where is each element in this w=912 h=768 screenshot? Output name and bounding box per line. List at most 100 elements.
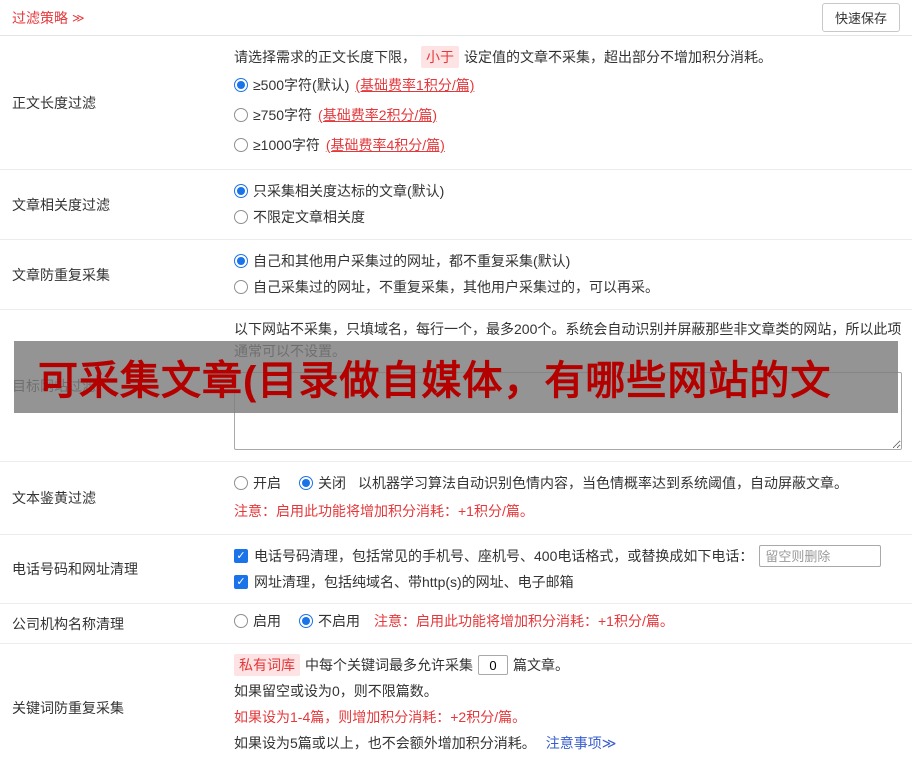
radio-icon-company-off[interactable] bbox=[299, 614, 313, 628]
phone-clean-line: 电话号码清理，包括常见的手机号、座机号、400电话格式，或替换成如下电话： bbox=[234, 543, 902, 569]
relevance-option-any: 不限定文章相关度 bbox=[234, 204, 902, 230]
dedup-filter-label: 文章防重复采集 bbox=[0, 240, 222, 309]
radio-option-750[interactable]: ≥750字符 bbox=[234, 105, 312, 125]
intro-post: 设定值的文章不采集，超出部分不增加积分消耗。 bbox=[464, 47, 772, 67]
phone-url-clean-label: 电话号码和网址清理 bbox=[0, 535, 222, 603]
row-phone-url-clean: 电话号码和网址清理 电话号码清理，包括常见的手机号、座机号、400电话格式，或替… bbox=[0, 535, 912, 604]
checkbox-label-phone-clean[interactable]: 电话号码清理，包括常见的手机号、座机号、400电话格式，或替换成如下电话： bbox=[254, 546, 753, 566]
dedup-option-all: 自己和其他用户采集过的网址，都不重复采集(默认) bbox=[234, 248, 902, 274]
keyword-dedup-content: 私有词库 中每个关键词最多允许采集 篇文章。 如果留空或设为0，则不限篇数。 如… bbox=[222, 644, 912, 768]
fee-note-500: (基础费率1积分/篇) bbox=[355, 75, 474, 95]
length-filter-intro: 请选择需求的正文长度下限， 小于 设定值的文章不采集，超出部分不增加积分消耗。 bbox=[234, 44, 902, 70]
phone-url-clean-content: 电话号码清理，包括常见的手机号、座机号、400电话格式，或替换成如下电话： 网址… bbox=[222, 535, 912, 603]
length-option-1000: ≥1000字符 (基础费率4积分/篇) bbox=[234, 130, 902, 160]
dedup-filter-content: 自己和其他用户采集过的网址，都不重复采集(默认) 自己采集过的网址，不重复采集，… bbox=[222, 240, 912, 309]
radio-icon-porn-on[interactable] bbox=[234, 476, 248, 490]
keyword-dedup-line1: 私有词库 中每个关键词最多允许采集 篇文章。 bbox=[234, 652, 902, 678]
row-dedup-filter: 文章防重复采集 自己和其他用户采集过的网址，都不重复采集(默认) 自己采集过的网… bbox=[0, 240, 912, 310]
porn-filter-label: 文本鉴黄过滤 bbox=[0, 462, 222, 534]
floating-overlay-banner: 可采集文章(目录做自媒体，有哪些网站的文 bbox=[14, 341, 898, 413]
relevance-option-strict: 只采集相关度达标的文章(默认) bbox=[234, 178, 902, 204]
company-clean-warning: 注意：启用此功能将增加积分消耗：+1积分/篇。 bbox=[374, 611, 674, 631]
checkbox-icon-url-clean[interactable] bbox=[234, 575, 248, 589]
keyword-dedup-line1-post: 篇文章。 bbox=[513, 655, 569, 675]
porn-filter-description: 以机器学习算法自动识别色情内容，当色情概率达到系统阈值，自动屏蔽文章。 bbox=[358, 473, 848, 493]
radio-icon-500[interactable] bbox=[234, 78, 248, 92]
intro-highlight: 小于 bbox=[421, 46, 459, 68]
keyword-dedup-line3: 如果设为1-4篇，则增加积分消耗：+2积分/篇。 bbox=[234, 704, 902, 730]
row-porn-filter: 文本鉴黄过滤 开启 关闭 以机器学习算法自动识别色情内容，当色情概率达到系统阈值… bbox=[0, 462, 912, 535]
company-clean-line: 启用 不启用 注意：启用此功能将增加积分消耗：+1积分/篇。 bbox=[234, 608, 902, 634]
keyword-dedup-line4-text: 如果设为5篇或以上，也不会额外增加积分消耗。 bbox=[234, 733, 536, 753]
radio-icon-1000[interactable] bbox=[234, 138, 248, 152]
length-option-500: ≥500字符(默认) (基础费率1积分/篇) bbox=[234, 70, 902, 100]
radio-icon-porn-off[interactable] bbox=[299, 476, 313, 490]
row-length-filter: 正文长度过滤 请选择需求的正文长度下限， 小于 设定值的文章不采集，超出部分不增… bbox=[0, 36, 912, 170]
radio-label-company-off[interactable]: 不启用 bbox=[318, 611, 360, 631]
row-company-clean: 公司机构名称清理 启用 不启用 注意：启用此功能将增加积分消耗：+1积分/篇。 bbox=[0, 604, 912, 644]
radio-option-dedup-self[interactable]: 自己采集过的网址，不重复采集，其他用户采集过的，可以再采。 bbox=[234, 277, 659, 297]
checkbox-option-phone-clean[interactable]: 电话号码清理，包括常见的手机号、座机号、400电话格式，或替换成如下电话： bbox=[234, 546, 753, 566]
radio-label-dedup-all[interactable]: 自己和其他用户采集过的网址，都不重复采集(默认) bbox=[253, 251, 570, 271]
radio-label-porn-off[interactable]: 关闭 bbox=[318, 473, 346, 493]
radio-icon-dedup-self[interactable] bbox=[234, 280, 248, 294]
row-relevance-filter: 文章相关度过滤 只采集相关度达标的文章(默认) 不限定文章相关度 bbox=[0, 170, 912, 240]
radio-icon-company-on[interactable] bbox=[234, 614, 248, 628]
company-clean-content: 启用 不启用 注意：启用此功能将增加积分消耗：+1积分/篇。 bbox=[222, 604, 912, 643]
radio-option-company-off[interactable]: 不启用 bbox=[299, 611, 360, 631]
max-collect-count-input[interactable] bbox=[478, 655, 508, 675]
radio-label-porn-on[interactable]: 开启 bbox=[253, 473, 281, 493]
porn-filter-content: 开启 关闭 以机器学习算法自动识别色情内容，当色情概率达到系统阈值，自动屏蔽文章… bbox=[222, 462, 912, 534]
radio-option-company-on[interactable]: 启用 bbox=[234, 611, 281, 631]
radio-label-company-on[interactable]: 启用 bbox=[253, 611, 281, 631]
length-filter-content: 请选择需求的正文长度下限， 小于 设定值的文章不采集，超出部分不增加积分消耗。 … bbox=[222, 36, 912, 169]
page-title: 过滤策略 ≫ bbox=[12, 8, 85, 28]
quick-save-button[interactable]: 快速保存 bbox=[822, 3, 900, 32]
fee-note-750: (基础费率2积分/篇) bbox=[318, 105, 437, 125]
length-option-750: ≥750字符 (基础费率2积分/篇) bbox=[234, 100, 902, 130]
radio-icon-relevance-strict[interactable] bbox=[234, 184, 248, 198]
radio-label-relevance-any[interactable]: 不限定文章相关度 bbox=[253, 207, 365, 227]
length-filter-label: 正文长度过滤 bbox=[0, 36, 222, 169]
radio-option-500[interactable]: ≥500字符(默认) bbox=[234, 75, 349, 95]
radio-icon-relevance-any[interactable] bbox=[234, 210, 248, 224]
porn-filter-options-line: 开启 关闭 以机器学习算法自动识别色情内容，当色情概率达到系统阈值，自动屏蔽文章… bbox=[234, 470, 902, 496]
page-title-text: 过滤策略 bbox=[12, 8, 68, 28]
radio-option-relevance-strict[interactable]: 只采集相关度达标的文章(默认) bbox=[234, 181, 444, 201]
checkbox-label-url-clean[interactable]: 网址清理，包括纯域名、带http(s)的网址、电子邮箱 bbox=[254, 572, 574, 592]
checkbox-option-url-clean[interactable]: 网址清理，包括纯域名、带http(s)的网址、电子邮箱 bbox=[234, 572, 574, 592]
keyword-dedup-line1-mid: 中每个关键词最多允许采集 bbox=[305, 655, 473, 675]
radio-option-relevance-any[interactable]: 不限定文章相关度 bbox=[234, 207, 365, 227]
company-clean-label: 公司机构名称清理 bbox=[0, 604, 222, 643]
filter-strategy-page: 过滤策略 ≫ 快速保存 正文长度过滤 请选择需求的正文长度下限， 小于 设定值的… bbox=[0, 0, 912, 768]
intro-pre: 请选择需求的正文长度下限， bbox=[234, 47, 416, 67]
private-lexicon-tag: 私有词库 bbox=[234, 654, 300, 676]
dedup-option-self: 自己采集过的网址，不重复采集，其他用户采集过的，可以再采。 bbox=[234, 274, 902, 300]
radio-icon-dedup-all[interactable] bbox=[234, 254, 248, 268]
relevance-filter-label: 文章相关度过滤 bbox=[0, 170, 222, 239]
keyword-dedup-label: 关键词防重复采集 bbox=[0, 644, 222, 768]
radio-option-porn-on[interactable]: 开启 bbox=[234, 473, 281, 493]
keyword-dedup-line2: 如果留空或设为0，则不限篇数。 bbox=[234, 678, 902, 704]
radio-option-porn-off[interactable]: 关闭 bbox=[299, 473, 346, 493]
chevron-down-icon[interactable]: ≫ bbox=[72, 11, 85, 25]
relevance-filter-content: 只采集相关度达标的文章(默认) 不限定文章相关度 bbox=[222, 170, 912, 239]
radio-label-relevance-strict[interactable]: 只采集相关度达标的文章(默认) bbox=[253, 181, 444, 201]
radio-option-dedup-all[interactable]: 自己和其他用户采集过的网址，都不重复采集(默认) bbox=[234, 251, 570, 271]
porn-filter-warning: 注意：启用此功能将增加积分消耗：+1积分/篇。 bbox=[234, 496, 902, 526]
radio-option-1000[interactable]: ≥1000字符 bbox=[234, 135, 320, 155]
row-keyword-dedup: 关键词防重复采集 私有词库 中每个关键词最多允许采集 篇文章。 如果留空或设为0… bbox=[0, 644, 912, 768]
keyword-dedup-line4: 如果设为5篇或以上，也不会额外增加积分消耗。 注意事项≫ bbox=[234, 730, 902, 756]
replacement-phone-input[interactable] bbox=[759, 545, 881, 567]
checkbox-icon-phone-clean[interactable] bbox=[234, 549, 248, 563]
radio-label-750[interactable]: ≥750字符 bbox=[253, 105, 312, 125]
url-clean-line: 网址清理，包括纯域名、带http(s)的网址、电子邮箱 bbox=[234, 569, 902, 595]
overlay-text: 可采集文章(目录做自媒体，有哪些网站的文 bbox=[38, 348, 831, 406]
radio-label-dedup-self[interactable]: 自己采集过的网址，不重复采集，其他用户采集过的，可以再采。 bbox=[253, 277, 659, 297]
fee-note-1000: (基础费率4积分/篇) bbox=[326, 135, 445, 155]
top-bar: 过滤策略 ≫ 快速保存 bbox=[0, 0, 912, 36]
radio-label-1000[interactable]: ≥1000字符 bbox=[253, 135, 320, 155]
radio-label-500[interactable]: ≥500字符(默认) bbox=[253, 75, 349, 95]
notes-link[interactable]: 注意事项≫ bbox=[546, 733, 617, 753]
radio-icon-750[interactable] bbox=[234, 108, 248, 122]
